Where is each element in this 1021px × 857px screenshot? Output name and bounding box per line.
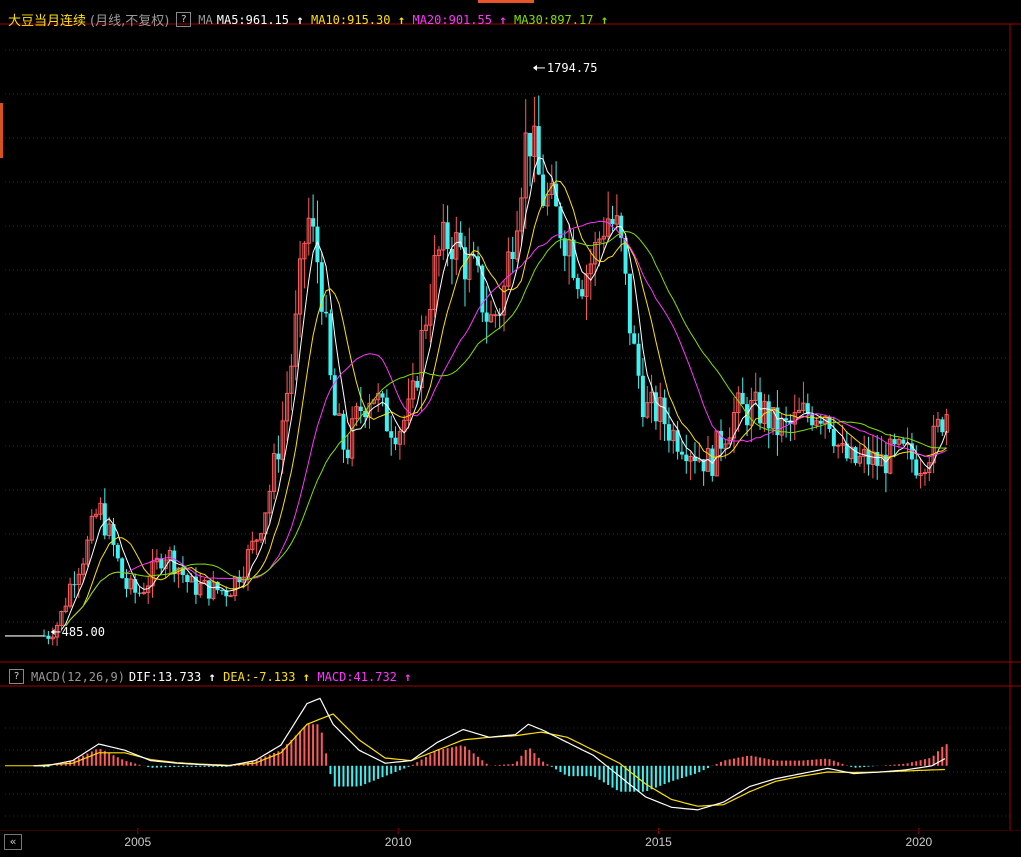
candle-down [558, 206, 563, 239]
up-arrow-icon: ↑ [600, 12, 609, 27]
ma-label: MA [198, 12, 213, 27]
candle-up [228, 595, 233, 598]
candle-down [818, 420, 823, 424]
candle-down [46, 635, 51, 639]
candle-down [831, 429, 836, 447]
min-price-label: 485.00 [62, 625, 105, 639]
up-arrow-icon: ↑ [404, 669, 412, 684]
candle-down [319, 262, 324, 312]
candle-down [640, 375, 645, 418]
candle-up [493, 314, 498, 317]
candle-down [324, 311, 329, 314]
candle-down [380, 393, 385, 398]
candle-down [72, 584, 77, 586]
ma-legend-item: MA30:897.17 [513, 12, 594, 27]
arrow-left-icon [532, 64, 537, 71]
candle-down [510, 251, 515, 260]
candle-down [484, 312, 489, 322]
candle-down [276, 453, 281, 460]
macd-header: ? MACD(12,26,9) DIF:13.733 ↑ DEA:-7.133 ↑ MA… [6, 669, 413, 684]
candle-down [866, 449, 871, 465]
ma-legend-item: MA20:901.55 [412, 12, 492, 27]
candle-down [389, 431, 394, 438]
candle-down [575, 277, 580, 290]
up-arrow-icon: ↑ [397, 12, 406, 27]
candle-down [311, 218, 316, 227]
chart-canvas[interactable]: 1794.75485.002005 2010 2015 2020 [0, 0, 1021, 857]
candle-down [328, 313, 333, 376]
candle-down [610, 218, 615, 225]
chart-period-label: (月线,不复权) [90, 14, 170, 29]
macd-legend-item: MACD:41.732 [317, 669, 397, 684]
candle-down [206, 580, 211, 599]
candle-down [740, 392, 745, 405]
symbol-name: 大豆当月连续 [8, 14, 87, 29]
candle-down [393, 437, 398, 445]
candle-down [632, 333, 637, 344]
question-mark-icon[interactable]: ? [9, 669, 24, 684]
macd-legend-item: DEA:-7.133 [223, 669, 296, 684]
macd-legend-item: DIF:13.733 [128, 669, 202, 684]
candle-down [115, 544, 120, 559]
macd-label: MACD(12,26,9) [31, 669, 125, 684]
up-arrow-icon: ↑ [208, 669, 216, 684]
candle-down [666, 424, 671, 441]
candle-down [219, 590, 224, 592]
candle-down [766, 401, 771, 429]
candle-down [627, 273, 632, 334]
dif-line [33, 697, 946, 811]
max-price-label: 1794.75 [547, 61, 598, 75]
up-arrow-icon: ↑ [499, 12, 507, 27]
ma-values-legend: MA5:961.15 ↑ MA10:915.30 ↑ MA20:901.55 ↑ MA30:… [217, 13, 610, 27]
candle-down [120, 558, 125, 579]
candle-down [345, 449, 350, 459]
candle-down [124, 578, 129, 589]
candle-down [679, 451, 684, 455]
candle-down [853, 447, 858, 464]
question-mark-icon[interactable]: ? [176, 12, 192, 27]
bottom-axis-bar [0, 830, 1021, 853]
candle-down [445, 222, 450, 249]
ma-line-ma10 [65, 180, 947, 627]
candle-down [536, 126, 541, 175]
candle-down [914, 459, 919, 476]
candle-down [341, 413, 346, 450]
ma-legend-item: MA10:915.30 [311, 12, 391, 27]
candle-up [141, 591, 146, 594]
candle-down [137, 592, 142, 594]
candle-down [102, 503, 107, 536]
candle-down [185, 575, 190, 582]
candle-down [810, 414, 815, 426]
scroll-left-icon[interactable]: « [4, 834, 22, 850]
main-chart-header: 大豆当月连续 (月线,不复权) ? MA MA5:961.15 ↑ MA10:915… [8, 10, 609, 29]
candle-down [892, 439, 897, 445]
candle-down [636, 343, 641, 376]
up-arrow-icon: ↑ [302, 669, 311, 684]
candle-down [415, 380, 420, 388]
candle-down [940, 419, 945, 433]
candle-down [159, 558, 164, 569]
candle-down [901, 439, 906, 444]
candle-down [684, 454, 689, 462]
up-arrow-icon: ↑ [296, 12, 304, 27]
macd-values-legend: DIF:13.733 ↑ DEA:-7.133 ↑ MACD:41.732 ↑ [129, 670, 413, 684]
ma-line-ma5 [60, 156, 948, 630]
ma-legend-item: MA5:961.15 [216, 12, 289, 27]
candle-down [528, 132, 533, 157]
candle-down [580, 289, 585, 297]
candle-down [358, 406, 363, 411]
candle-down [562, 238, 567, 256]
